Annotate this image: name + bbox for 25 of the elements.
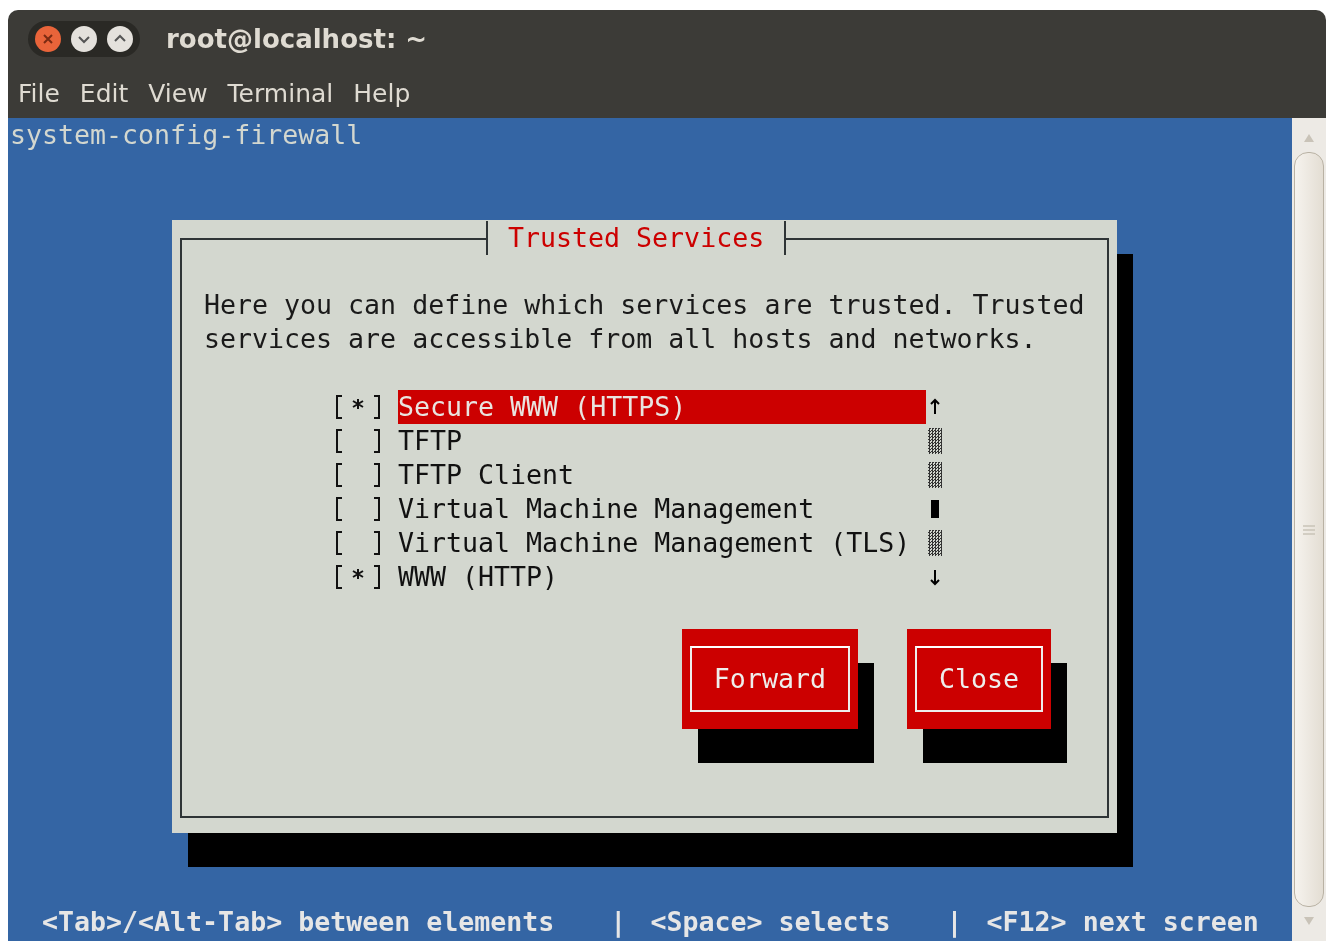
close-icon[interactable]	[34, 25, 62, 53]
service-item[interactable]: TFTP	[398, 424, 926, 458]
service-item[interactable]: TFTP Client	[398, 458, 926, 492]
minimize-icon[interactable]	[70, 25, 98, 53]
grip-icon	[1302, 523, 1316, 536]
service-item[interactable]: WWW (HTTP)	[398, 560, 926, 594]
menu-item[interactable]: Terminal	[227, 78, 334, 108]
menu-item[interactable]: View	[148, 78, 208, 108]
separator-text: |	[946, 905, 963, 939]
key-hint: <Tab>/<Alt-Tab> between elements	[42, 905, 555, 939]
key-hint: <Space> selects	[650, 905, 891, 939]
menu-item[interactable]: Edit	[79, 78, 129, 108]
command-text: system-config-firewall	[10, 118, 363, 152]
service-item[interactable]: Virtual Machine Management	[398, 492, 926, 526]
maximize-icon[interactable]	[106, 25, 134, 53]
description-text: Here you can define which services are trusted. Trusted services are accessible from all hosts and networks.	[204, 288, 1085, 356]
scrollbar-thumb[interactable]	[1294, 152, 1324, 907]
service-item[interactable]: Secure WWW (HTTPS)	[398, 390, 926, 424]
separator-text: |	[610, 905, 627, 939]
menu-item[interactable]: File	[18, 78, 60, 108]
service-item[interactable]: Virtual Machine Management (TLS)	[398, 526, 926, 560]
menu-item[interactable]: Help	[353, 78, 411, 108]
window-title: root@localhost: ~	[166, 24, 428, 54]
key-hint: <F12> next screen	[986, 905, 1259, 939]
dialog-title: Trusted Services	[486, 221, 787, 255]
